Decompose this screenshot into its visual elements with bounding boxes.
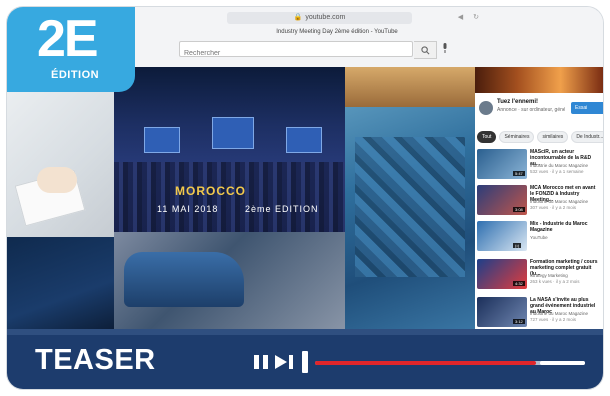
hand-graphic (37, 167, 77, 193)
video-duration: 3:12 (513, 319, 525, 324)
event-date: 11 MAI 2018 (157, 204, 219, 214)
mix-live-icon: (•) (513, 243, 522, 248)
video-title[interactable]: Mix - Industrie du Maroc Magazine (530, 221, 600, 233)
address-bar[interactable]: 🔒 youtube.com (227, 12, 412, 24)
progress-track[interactable] (315, 361, 585, 365)
video-duration: 3:08 (513, 207, 525, 212)
video-channel: Industrie du Maroc Magazine (530, 199, 589, 204)
dark-tile (7, 237, 114, 335)
related-video-1[interactable]: 5:47 MASciR, un acteur incontournable de… (477, 149, 601, 185)
channel-avatar[interactable] (479, 101, 493, 115)
edition-label: ÉDITION (51, 69, 100, 81)
page-title: Industry Meeting Day 2ème édition - YouT… (276, 29, 398, 35)
video-duration: 4:32 (513, 281, 525, 286)
edition-number: 2E (37, 10, 99, 68)
chip-similar[interactable]: similaires (537, 131, 569, 143)
engine-graphic (355, 137, 465, 277)
progress-cursor[interactable] (302, 351, 308, 373)
pause-icon-bar-right (263, 355, 268, 369)
factory-tile (114, 232, 345, 335)
browser-tab-icons[interactable]: ◀ ↻ (458, 13, 483, 21)
workshop-tile (7, 67, 114, 237)
progress-fill (315, 361, 537, 365)
video-player[interactable]: MOROCCO 11 MAI 2018 2ème EDITION (7, 67, 475, 382)
video-channel: Strategy Marketing (530, 273, 568, 278)
video-meta: 727 vues · il y a 2 mois (530, 317, 577, 322)
search-input[interactable] (180, 46, 388, 61)
event-edition: 2ème EDITION (245, 204, 319, 214)
url-text: youtube.com (305, 14, 346, 21)
chip-seminars[interactable]: Séminaires (499, 131, 535, 143)
ad-channel-card[interactable]: Tuez l'ennemi! Annonce · sur ordinateur,… (479, 99, 603, 121)
teaser-label: TEASER (35, 344, 156, 376)
worker-tile (345, 67, 475, 107)
ad-action-button[interactable]: Essai (571, 102, 603, 114)
pause-button[interactable] (254, 355, 270, 369)
stage-screen-left (144, 127, 180, 153)
video-channel: Industrie du Maroc Magazine (530, 163, 589, 168)
channel-subtitle: Annonce · sur ordinateur, générateur... (497, 107, 565, 113)
lock-icon: 🔒 (293, 14, 303, 21)
related-video-5[interactable]: 3:12 La NASA s'invite au plus grand évén… (477, 297, 601, 333)
next-track-icon[interactable] (275, 355, 297, 369)
video-duration: 5:47 (513, 171, 525, 176)
search-icon (420, 45, 429, 54)
chip-all[interactable]: Tout (477, 131, 497, 143)
video-channel: Industrie du Maroc Magazine (530, 311, 589, 316)
stage-screen-right (286, 127, 322, 153)
related-video-3[interactable]: (•) Mix - Industrie du Maroc Magazine Yo… (477, 221, 601, 257)
video-channel: YouTube (530, 235, 548, 240)
video-meta: 307 vues · il y a 2 mois (530, 205, 577, 210)
related-video-2[interactable]: 3:08 MCA Morocco met en avant le FONZID … (477, 185, 601, 221)
chip-industry[interactable]: De Industr... (571, 131, 603, 143)
ad-banner[interactable] (475, 67, 603, 93)
search-button[interactable] (414, 41, 437, 59)
microphone-icon[interactable] (442, 43, 448, 53)
event-city: MOROCCO (175, 184, 246, 198)
car-body-graphic (124, 252, 244, 307)
player-control-bar: TEASER (7, 329, 603, 389)
stage-screen-center (212, 117, 254, 149)
progress-remaining (540, 361, 585, 365)
video-meta: 532 vues · il y a 1 semaine (530, 169, 584, 174)
search-box[interactable] (179, 41, 413, 61)
filter-chips: Tout Séminaires similaires De Industr... (477, 131, 603, 143)
channel-title[interactable]: Tuez l'ennemi! (497, 99, 538, 105)
video-meta: 263 k vues · il y a 2 mois (530, 279, 580, 284)
edition-badge: 2E ÉDITION (7, 7, 135, 92)
pause-icon-bar-left (254, 355, 259, 369)
related-sidebar: Tuez l'ennemi! Annonce · sur ordinateur,… (475, 67, 603, 335)
related-video-4[interactable]: 4:32 Formation marketing / cours marketi… (477, 259, 601, 295)
